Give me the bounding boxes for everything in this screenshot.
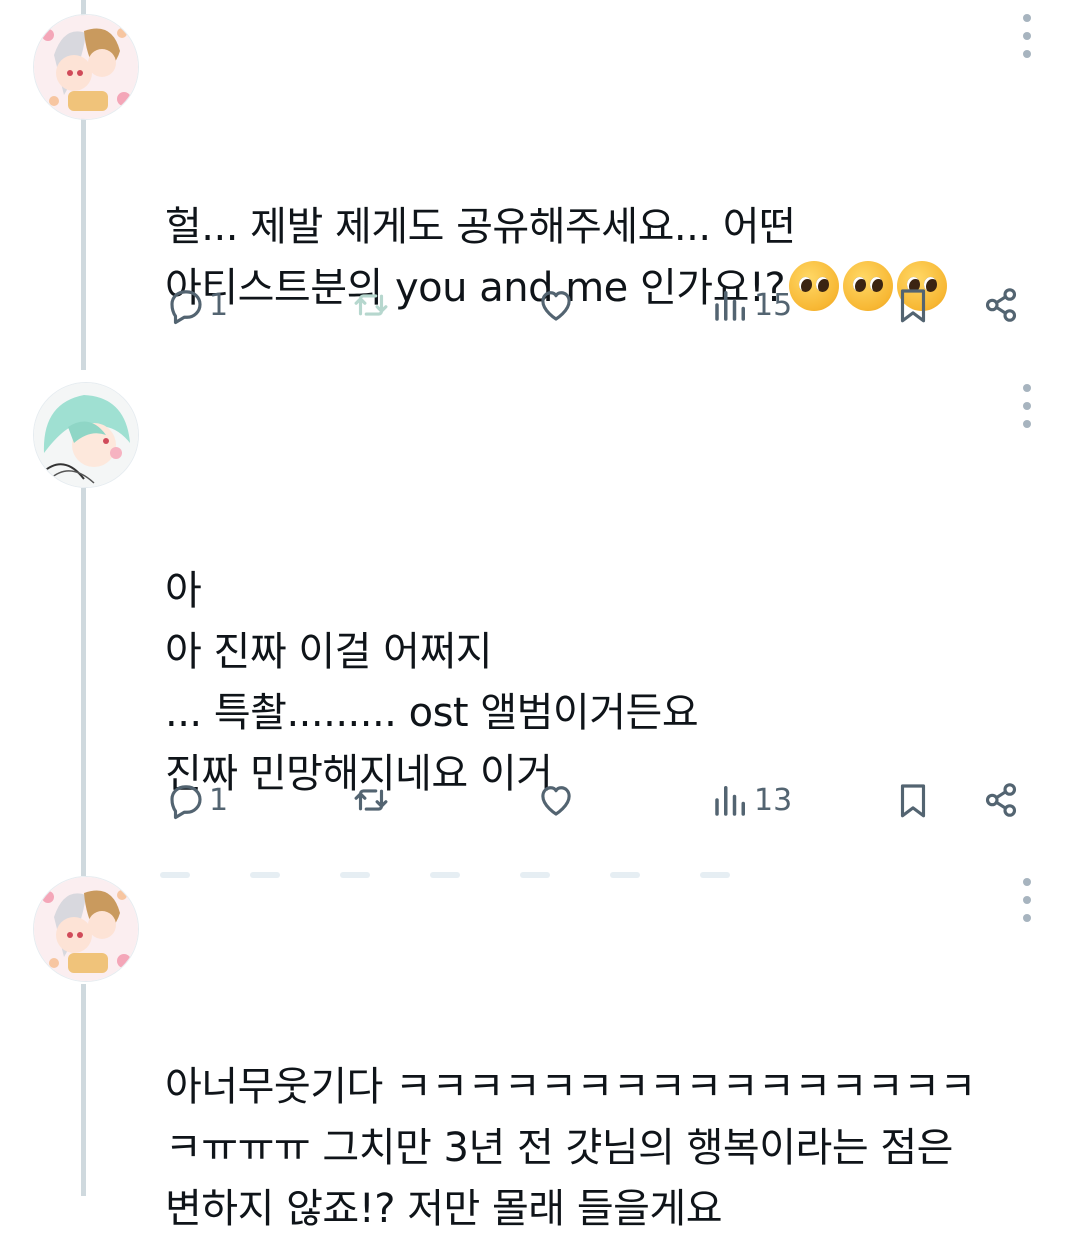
bookmark-icon (900, 784, 926, 818)
reply-count: 1 (209, 287, 229, 323)
action-bar: 1 13 (0, 770, 1080, 830)
bookmark-icon (900, 289, 926, 323)
reply-icon (170, 785, 202, 820)
avatar[interactable] (33, 382, 139, 488)
tweet-2[interactable]: 아 아 진짜 이걸 어쩌지 ... 특촬......... ost 앨범이거든요… (0, 370, 1080, 860)
share-button[interactable] (980, 275, 1022, 335)
heart-icon (541, 291, 571, 321)
bookmark-button[interactable] (892, 770, 934, 830)
tweet-text-content: 아 아 진짜 이걸 어쩌지 ... 특촬......... ost 앨범이거든요… (165, 568, 699, 797)
avatar[interactable] (33, 14, 139, 120)
tweet-1[interactable]: 헐... 제발 제게도 공유해주세요... 어떤 아티스트분의 you and … (0, 0, 1080, 370)
thread-line (81, 984, 86, 1196)
action-bar: 1 15 (0, 275, 1080, 335)
retweet-icon (354, 789, 388, 811)
more-options-icon[interactable] (1014, 878, 1040, 922)
analytics-icon (715, 291, 745, 321)
like-button[interactable] (535, 275, 577, 335)
retweet-button[interactable] (350, 770, 392, 830)
view-count: 13 (754, 782, 793, 818)
view-count: 15 (754, 287, 793, 323)
reply-button[interactable]: 1 (165, 770, 228, 830)
like-button[interactable] (535, 770, 577, 830)
share-button[interactable] (980, 770, 1022, 830)
reply-count: 1 (209, 782, 229, 818)
retweet-icon (354, 294, 388, 316)
analytics-icon (715, 786, 745, 816)
tweet-text-content: 아너무웃기다 ㅋㅋㅋㅋㅋㅋㅋㅋㅋㅋㅋㅋㅋㅋㅋㅋ ㅋㅠㅠㅠ 그치만 3년 전 걋님… (165, 1064, 976, 1232)
retweet-button[interactable] (350, 275, 392, 335)
tweet-text: 아너무웃기다 ㅋㅋㅋㅋㅋㅋㅋㅋㅋㅋㅋㅋㅋㅋㅋㅋ ㅋㅠㅠㅠ 그치만 3년 전 걋님… (165, 996, 1045, 1240)
tweet-text: 아 아 진짜 이걸 어쩌지 ... 특촬......... ost 앨범이거든요… (165, 500, 1045, 805)
tweet-3[interactable]: 아너무웃기다 ㅋㅋㅋㅋㅋㅋㅋㅋㅋㅋㅋㅋㅋㅋㅋㅋ ㅋㅠㅠㅠ 그치만 3년 전 걋님… (0, 860, 1080, 1232)
heart-icon (541, 786, 571, 816)
avatar[interactable] (33, 876, 139, 982)
more-options-icon[interactable] (1014, 384, 1040, 428)
thread-line (81, 860, 86, 876)
bookmark-button[interactable] (892, 275, 934, 335)
share-icon (985, 288, 1017, 322)
views-button[interactable]: 15 (710, 275, 792, 335)
share-icon (985, 783, 1017, 817)
reply-icon (170, 290, 202, 325)
reply-button[interactable]: 1 (165, 275, 228, 335)
views-button[interactable]: 13 (710, 770, 792, 830)
more-options-icon[interactable] (1014, 14, 1040, 58)
